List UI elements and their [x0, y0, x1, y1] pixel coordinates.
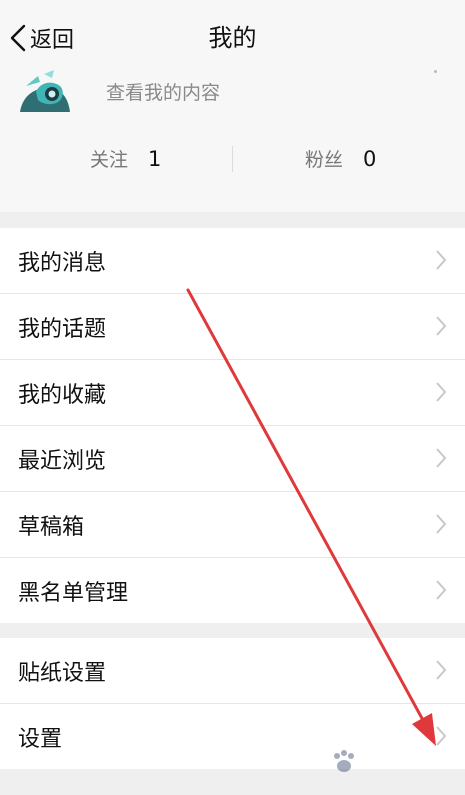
- watermark: [330, 742, 450, 782]
- following-count: 1: [148, 146, 162, 171]
- chevron-right-icon: [436, 250, 447, 270]
- menu-item-label: 设置: [18, 726, 63, 752]
- menu-item-label: 黑名单管理: [18, 580, 129, 606]
- menu-item-recent[interactable]: 最近浏览: [0, 426, 465, 492]
- view-my-content-link[interactable]: 查看我的内容: [106, 78, 220, 105]
- menu-item-label: 我的收藏: [18, 382, 107, 408]
- avatar[interactable]: [18, 68, 70, 112]
- chevron-right-icon: [436, 316, 447, 336]
- menu-item-drafts[interactable]: 草稿箱: [0, 492, 465, 558]
- menu-item-messages[interactable]: 我的消息: [0, 228, 465, 294]
- followers-stat[interactable]: 粉丝 0: [305, 145, 376, 172]
- paw-logo: [334, 750, 354, 772]
- menu-item-label: 我的消息: [18, 250, 107, 276]
- decor-dot: [434, 70, 437, 73]
- menu-item-topics[interactable]: 我的话题: [0, 294, 465, 360]
- chevron-right-icon: [436, 660, 447, 680]
- chevron-right-icon: [436, 382, 447, 402]
- menu-item-label: 草稿箱: [18, 514, 85, 540]
- stat-divider: [232, 146, 233, 172]
- followers-count: 0: [363, 146, 377, 171]
- menu-item-blacklist[interactable]: 黑名单管理: [0, 558, 465, 623]
- following-label: 关注: [90, 149, 129, 171]
- menu-group-primary: 我的消息 我的话题 我的收藏 最近浏览 草稿箱 黑名单管理: [0, 228, 465, 623]
- menu-item-label: 最近浏览: [18, 448, 107, 474]
- chevron-right-icon: [436, 448, 447, 468]
- chevron-right-icon: [436, 580, 447, 600]
- following-stat[interactable]: 关注 1: [90, 145, 161, 172]
- menu-item-sticker-settings[interactable]: 贴纸设置: [0, 638, 465, 704]
- profile-card: 查看我的内容 关注 1 粉丝 0: [0, 60, 465, 212]
- followers-label: 粉丝: [305, 149, 344, 171]
- menu-item-label: 我的话题: [18, 316, 107, 342]
- menu-item-label: 贴纸设置: [18, 660, 107, 686]
- menu-item-favorites[interactable]: 我的收藏: [0, 360, 465, 426]
- chevron-right-icon: [436, 514, 447, 534]
- page-title: 我的: [208, 24, 257, 52]
